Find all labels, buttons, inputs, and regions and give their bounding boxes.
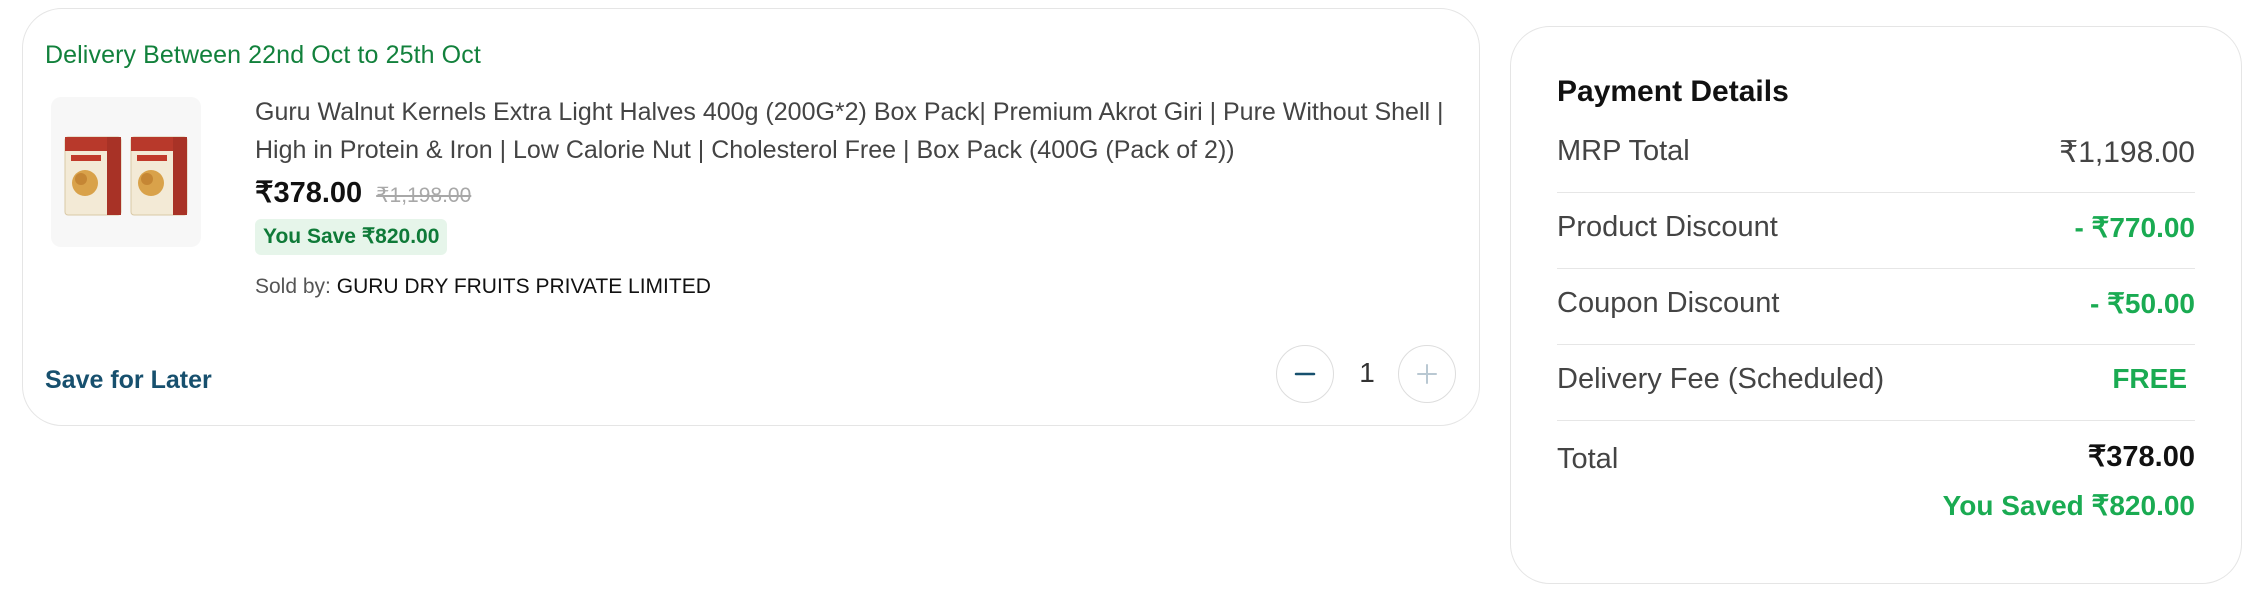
- delivery-fee-value: FREE: [2112, 363, 2187, 394]
- total-label: Total: [1557, 443, 1619, 475]
- product-box-image: [64, 136, 188, 216]
- sold-by-label: Sold by:: [255, 275, 331, 298]
- product-discount-row: Product Discount - ₹770.00: [1557, 193, 2195, 269]
- payment-details-title: Payment Details: [1557, 75, 1789, 108]
- product-price: ₹378.00: [255, 177, 363, 209]
- delivery-fee-label: Delivery Fee (Scheduled): [1557, 363, 1885, 395]
- mrp-total-row: MRP Total ₹1,198.00: [1557, 117, 2195, 193]
- total-savings: You Saved ₹820.00: [1942, 490, 2195, 521]
- cart-page: Delivery Between 22nd Oct to 25th Oct Gu…: [0, 0, 2257, 610]
- product-discount-value: - ₹770.00: [2074, 212, 2195, 243]
- price-row: ₹378.00 ₹1,198.00: [255, 175, 471, 210]
- payment-details-card: Payment Details MRP Total ₹1,198.00 Prod…: [1510, 26, 2242, 584]
- delivery-estimate: Delivery Between 22nd Oct to 25th Oct: [45, 41, 481, 69]
- product-title[interactable]: Guru Walnut Kernels Extra Light Halves 4…: [255, 93, 1465, 169]
- quantity-decrease-button[interactable]: [1276, 345, 1334, 403]
- product-mrp: ₹1,198.00: [376, 184, 472, 207]
- mrp-total-label: MRP Total: [1557, 135, 1690, 167]
- total-value: ₹378.00: [2087, 441, 2195, 473]
- mrp-total-value: ₹1,198.00: [2059, 136, 2195, 169]
- seller-name: GURU DRY FRUITS PRIVATE LIMITED: [336, 275, 711, 298]
- coupon-discount-value: - ₹50.00: [2090, 288, 2195, 319]
- plus-icon: [1417, 364, 1437, 384]
- savings-badge: You Save ₹820.00: [255, 219, 448, 255]
- seller-info: Sold by: GURU DRY FRUITS PRIVATE LIMITED: [255, 275, 711, 299]
- delivery-fee-row: Delivery Fee (Scheduled) FREE: [1557, 345, 2195, 421]
- product-image[interactable]: [51, 97, 201, 247]
- quantity-increase-button[interactable]: [1398, 345, 1456, 403]
- cart-item-card: Delivery Between 22nd Oct to 25th Oct Gu…: [22, 8, 1480, 426]
- coupon-discount-label: Coupon Discount: [1557, 287, 1780, 319]
- quantity-value: 1: [1359, 357, 1375, 388]
- coupon-discount-row: Coupon Discount - ₹50.00: [1557, 269, 2195, 345]
- minus-icon: [1294, 372, 1316, 376]
- save-for-later-button[interactable]: Save for Later: [45, 366, 212, 395]
- product-discount-label: Product Discount: [1557, 211, 1778, 243]
